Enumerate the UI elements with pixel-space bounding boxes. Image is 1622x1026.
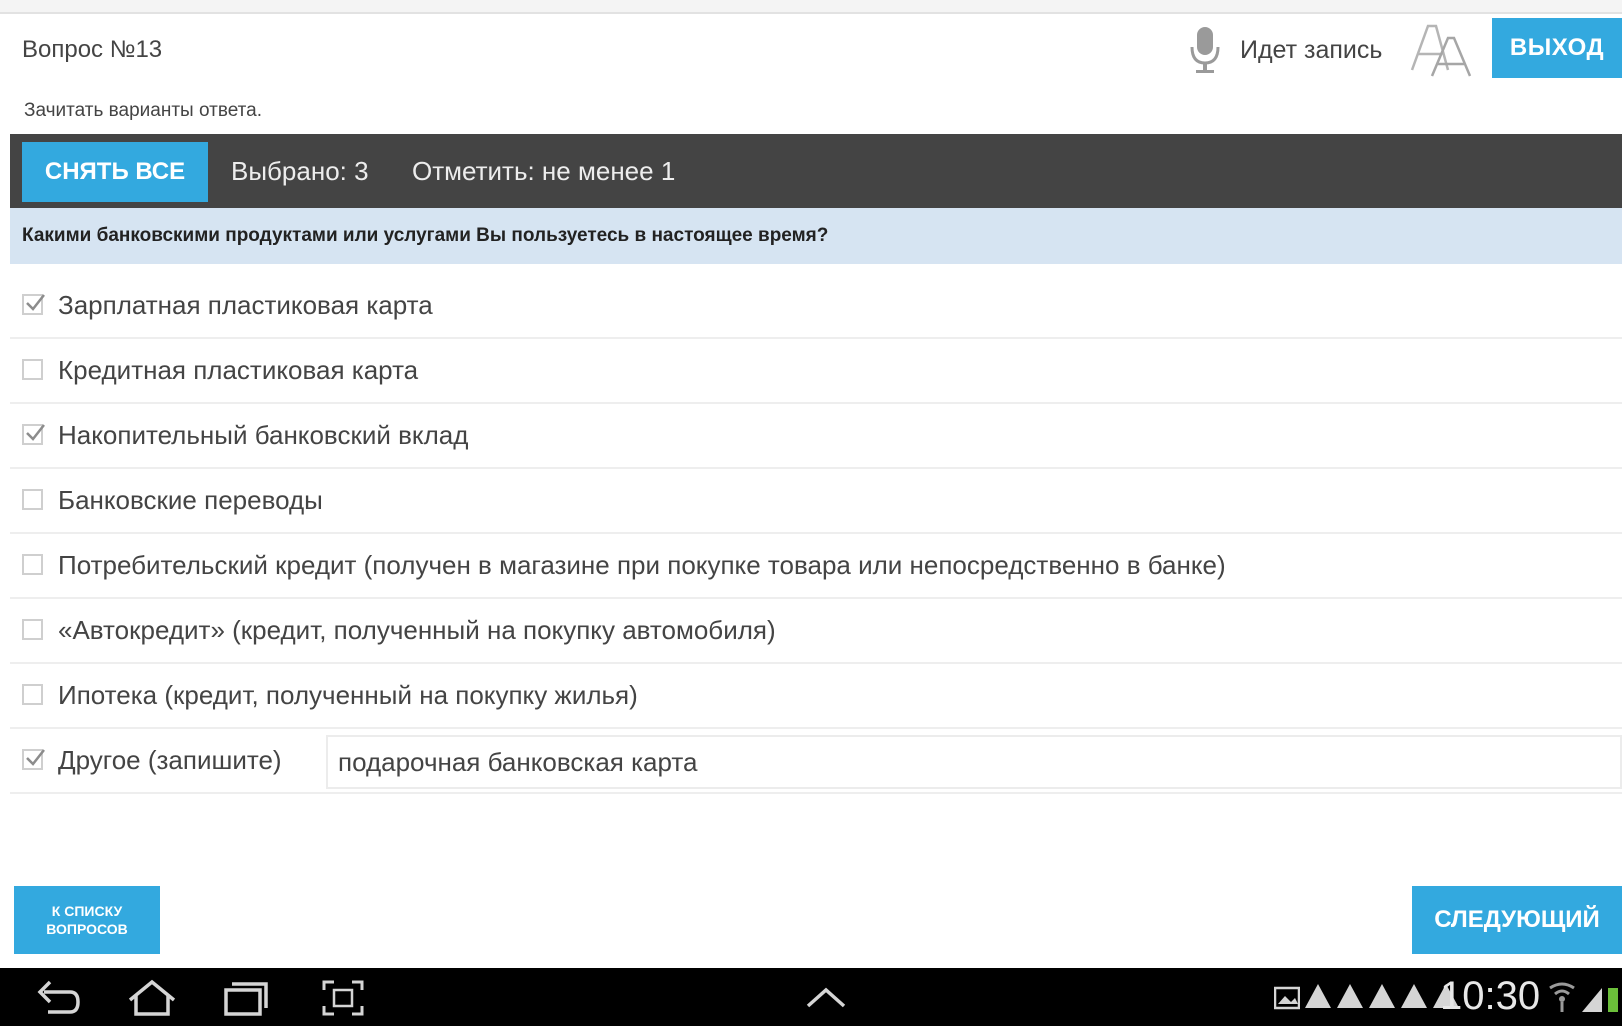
wifi-icon bbox=[1549, 982, 1618, 1012]
mark-requirement: Отметить: не менее 1 bbox=[412, 156, 676, 186]
checkbox[interactable] bbox=[22, 684, 43, 705]
back-icon[interactable] bbox=[36, 978, 82, 1018]
warning-icon bbox=[1401, 984, 1427, 1008]
question-list-label-line1: К СПИСКУ bbox=[51, 903, 123, 919]
clock: 10:30 bbox=[1440, 974, 1541, 1018]
option-label[interactable]: Кредитная пластиковая карта bbox=[58, 355, 418, 386]
system-status-icons bbox=[1546, 982, 1622, 1021]
answer-options: Зарплатная пластиковая карта Кредитная п… bbox=[10, 274, 1622, 794]
top-divider bbox=[0, 0, 1622, 14]
recent-apps-icon[interactable] bbox=[222, 978, 270, 1018]
question-list-button[interactable]: К СПИСКУ ВОПРОСОВ bbox=[14, 886, 160, 954]
option-row[interactable]: Кредитная пластиковая карта bbox=[10, 339, 1622, 404]
option-label[interactable]: Потребительский кредит (получен в магази… bbox=[58, 550, 1226, 581]
selected-count: Выбрано: 3 bbox=[231, 156, 369, 186]
option-label[interactable]: Банковские переводы bbox=[58, 485, 323, 516]
option-label[interactable]: Ипотека (кредит, полученный на покупку ж… bbox=[58, 680, 638, 711]
option-row[interactable]: Потребительский кредит (получен в магази… bbox=[10, 534, 1622, 599]
checkbox[interactable] bbox=[22, 294, 45, 315]
notification-icons bbox=[1274, 982, 1460, 1010]
option-row[interactable]: Ипотека (кредит, полученный на покупку ж… bbox=[10, 664, 1622, 729]
option-row[interactable]: Банковские переводы bbox=[10, 469, 1622, 534]
chevron-up-icon[interactable] bbox=[804, 978, 848, 1018]
recording-indicator: Идет запись bbox=[1188, 22, 1382, 78]
checkmark-icon bbox=[26, 424, 45, 441]
header: Вопрос №13 Идет запись ВЫХОД bbox=[0, 14, 1622, 86]
exit-button[interactable]: ВЫХОД bbox=[1492, 18, 1622, 78]
question-number: Вопрос №13 bbox=[22, 36, 163, 63]
selection-toolbar: СНЯТЬ ВСЕ Выбрано: 3 Отметить: не менее … bbox=[10, 134, 1622, 208]
option-label[interactable]: Накопительный банковский вклад bbox=[58, 420, 468, 451]
checkbox[interactable] bbox=[22, 359, 43, 380]
checkbox[interactable] bbox=[22, 424, 45, 445]
signal-icon bbox=[1582, 988, 1602, 1012]
checkmark-icon bbox=[26, 749, 45, 766]
warning-icon bbox=[1305, 984, 1331, 1008]
font-size-icon[interactable] bbox=[1408, 20, 1472, 80]
home-icon[interactable] bbox=[126, 978, 178, 1018]
next-button[interactable]: СЛЕДУЮЩИЙ bbox=[1412, 886, 1622, 954]
option-row[interactable]: Зарплатная пластиковая карта bbox=[10, 274, 1622, 339]
instruction-text: Зачитать варианты ответа. bbox=[24, 100, 262, 121]
gallery-icon bbox=[1274, 986, 1300, 1010]
checkbox[interactable] bbox=[22, 489, 43, 510]
option-row-other[interactable]: Другое (запишите) bbox=[10, 729, 1622, 794]
checkmark-icon bbox=[26, 294, 45, 311]
recording-label: Идет запись bbox=[1240, 35, 1383, 64]
clear-all-button[interactable]: СНЯТЬ ВСЕ bbox=[22, 142, 208, 202]
option-label[interactable]: Зарплатная пластиковая карта bbox=[58, 290, 433, 321]
other-answer-field[interactable] bbox=[326, 735, 1622, 789]
system-navbar: 10:30 bbox=[0, 968, 1622, 1026]
battery-icon bbox=[1608, 988, 1618, 1012]
option-label[interactable]: «Автокредит» (кредит, полученный на поку… bbox=[58, 615, 776, 646]
question-text: Какими банковскими продуктами или услуга… bbox=[10, 208, 1622, 264]
option-row[interactable]: «Автокредит» (кредит, полученный на поку… bbox=[10, 599, 1622, 664]
checkbox[interactable] bbox=[22, 554, 43, 575]
question-list-label-line2: ВОПРОСОВ bbox=[46, 921, 128, 937]
option-row[interactable]: Накопительный банковский вклад bbox=[10, 404, 1622, 469]
warning-icon bbox=[1337, 984, 1363, 1008]
checkbox[interactable] bbox=[22, 749, 45, 770]
warning-icon bbox=[1369, 984, 1395, 1008]
option-label[interactable]: Другое (запишите) bbox=[58, 745, 282, 776]
checkbox[interactable] bbox=[22, 619, 43, 640]
microphone-icon bbox=[1190, 27, 1220, 73]
screenshot-icon[interactable] bbox=[320, 978, 366, 1018]
